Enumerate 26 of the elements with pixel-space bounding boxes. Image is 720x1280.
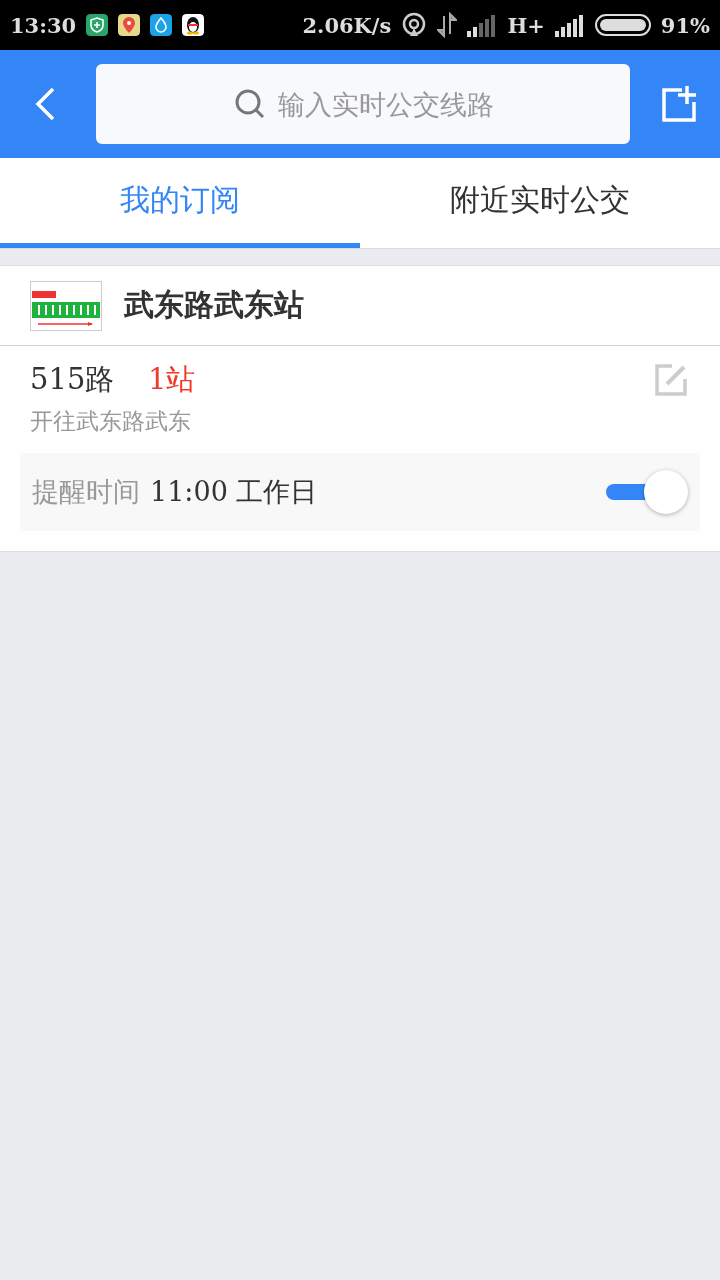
tab[interactable]: 我的订阅	[0, 158, 360, 248]
clock: 13:30	[10, 12, 77, 38]
tab[interactable]: 附近实时公交	[360, 158, 720, 248]
stops-away: 1站	[148, 361, 197, 398]
battery-icon	[594, 13, 651, 37]
shield-app-icon	[86, 14, 109, 36]
station-name: 武东路武东站	[124, 286, 304, 324]
station-sign-icon	[30, 280, 102, 331]
hotspot-icon	[401, 12, 428, 38]
battery-percent: 91%	[660, 12, 710, 38]
search-field[interactable]: 输入实时公交线路	[96, 64, 630, 144]
network-speed: 2.06K/s	[302, 12, 392, 38]
drop-app-icon	[150, 14, 173, 36]
signal-icon	[467, 13, 498, 37]
back-icon	[33, 86, 57, 122]
penguin-app-icon	[182, 14, 205, 36]
reminder-time: 11:00 工作日	[150, 475, 319, 509]
reminder-label: 提醒时间	[32, 475, 140, 509]
reminder-toggle[interactable]	[606, 470, 688, 514]
route-direction: 开往武东路武东	[29, 407, 192, 436]
map-pin-app-icon	[118, 14, 141, 36]
signal-icon	[554, 13, 585, 37]
network-type: H+	[507, 12, 545, 38]
edit-icon	[654, 363, 688, 397]
data-arrows-icon	[437, 12, 458, 38]
route-number: 515路	[30, 361, 116, 398]
